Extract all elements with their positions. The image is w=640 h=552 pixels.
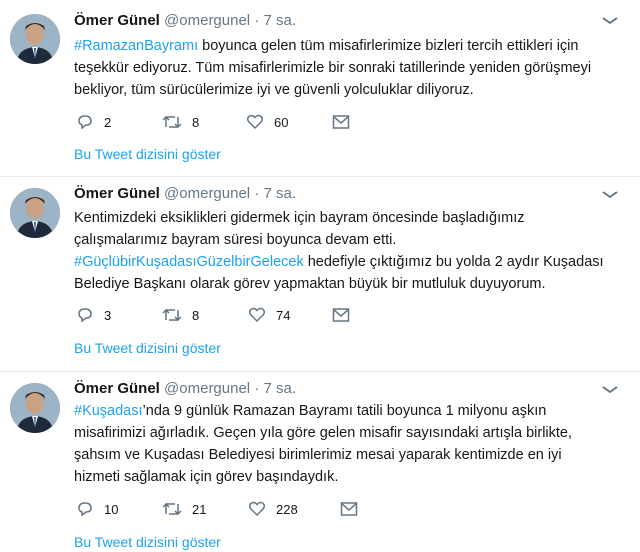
- reply-count: 2: [104, 114, 112, 130]
- like-icon: [248, 501, 266, 517]
- direct-message-icon: [340, 502, 358, 516]
- retweet-icon: [162, 502, 182, 516]
- tweet-text-line: hedefiyle çıktığımız bu yolda 2 aydır Ku…: [303, 254, 604, 270]
- direct-message-button[interactable]: [340, 498, 368, 520]
- hashtag-link[interactable]: #Kuşadası: [74, 403, 143, 419]
- direct-message-icon: [332, 115, 350, 129]
- separator-dot: ·: [254, 380, 260, 397]
- like-icon: [248, 307, 266, 323]
- tweet-actions: 3 8 74: [76, 304, 396, 326]
- tweet-header: Ömer Günel @omergunel · 7 sa.: [74, 380, 296, 397]
- tweet-text-line: bekliyor, tüm sürücülerimize iyi ve güve…: [74, 82, 474, 98]
- show-thread-link[interactable]: Bu Tweet dizisini göster: [74, 534, 221, 550]
- timestamp[interactable]: 7 sa.: [263, 12, 296, 29]
- tweet-header: Ömer Günel @omergunel · 7 sa.: [74, 12, 296, 29]
- tweet-text: #RamazanBayramı boyunca gelen tüm misafi…: [74, 35, 622, 101]
- reply-count: 3: [104, 307, 112, 323]
- timestamp[interactable]: 7 sa.: [263, 185, 296, 202]
- tweet[interactable]: Ömer Günel @omergunel · 7 sa. Kentimizde…: [0, 177, 640, 371]
- tweet-text: Kentimizdeki eksiklikleri gidermek için …: [74, 207, 622, 295]
- like-count: 74: [276, 307, 291, 323]
- like-icon: [246, 114, 264, 130]
- like-button[interactable]: 228: [248, 498, 298, 520]
- chevron-down-icon[interactable]: [602, 381, 619, 397]
- reply-count: 10: [104, 501, 119, 517]
- tweet-text-line: şahsım ve Kuşadası Belediyesi birimlerim…: [74, 447, 562, 463]
- tweet-text-line: boyunca gelen tüm misafirlerimize bizler…: [198, 38, 579, 54]
- tweet-text-line: teşekkür ediyoruz. Tüm misafirlerimizle …: [74, 60, 592, 76]
- direct-message-icon: [332, 308, 350, 322]
- direct-message-button[interactable]: [332, 111, 360, 133]
- retweet-count: 21: [192, 501, 207, 517]
- hashtag-link[interactable]: #RamazanBayramı: [74, 38, 198, 54]
- tweet-text-line: ’nda 9 günlük Ramazan Bayramı tatili boy…: [142, 403, 547, 419]
- author-handle[interactable]: @omergunel: [164, 380, 250, 397]
- retweet-count: 8: [192, 307, 200, 323]
- tweet-actions: 2 8 60: [76, 111, 396, 133]
- like-count: 228: [276, 501, 298, 517]
- tweet[interactable]: Ömer Günel @omergunel · 7 sa. #RamazanBa…: [0, 0, 640, 176]
- retweet-icon: [162, 115, 182, 129]
- tweet-text-line: Kentimizdeki eksiklikleri gidermek için …: [74, 210, 525, 226]
- show-thread-link[interactable]: Bu Tweet dizisini göster: [74, 340, 221, 356]
- author-name[interactable]: Ömer Günel: [74, 12, 160, 29]
- author-name[interactable]: Ömer Günel: [74, 380, 160, 397]
- avatar[interactable]: [10, 188, 60, 238]
- separator-dot: ·: [254, 12, 260, 29]
- tweet-text-line: misafirimizi ağırladık. Geçen yıla göre …: [74, 425, 573, 441]
- tweet-actions: 10 21 228: [76, 498, 396, 520]
- hashtag-link[interactable]: #GüçlübirKuşadasıGüzelbirGelecek: [74, 254, 304, 270]
- author-name[interactable]: Ömer Günel: [74, 185, 160, 202]
- tweet-text-line: hizmeti sağlamak için görev başındaydık.: [74, 469, 339, 485]
- avatar[interactable]: [10, 383, 60, 433]
- retweet-count: 8: [192, 114, 200, 130]
- reply-icon: [78, 502, 92, 517]
- author-handle[interactable]: @omergunel: [164, 12, 250, 29]
- retweet-button[interactable]: 21: [162, 498, 206, 520]
- timestamp[interactable]: 7 sa.: [263, 380, 296, 397]
- retweet-button[interactable]: 8: [162, 111, 199, 133]
- retweet-icon: [162, 308, 182, 322]
- tweet-text-line: çalışmalarımız bayram süresi boyunca dev…: [74, 232, 397, 248]
- reply-button[interactable]: 3: [76, 304, 111, 326]
- avatar[interactable]: [10, 14, 60, 64]
- author-handle[interactable]: @omergunel: [164, 185, 250, 202]
- like-button[interactable]: 60: [246, 111, 288, 133]
- chevron-down-icon[interactable]: [602, 186, 619, 202]
- direct-message-button[interactable]: [332, 304, 360, 326]
- tweet-text-line: Belediye Başkanı olarak görev yapmaktan …: [74, 276, 546, 292]
- reply-button[interactable]: 2: [76, 111, 111, 133]
- like-button[interactable]: 74: [248, 304, 290, 326]
- reply-icon: [78, 115, 92, 130]
- reply-icon: [78, 308, 92, 323]
- like-count: 60: [274, 114, 289, 130]
- tweet[interactable]: Ömer Günel @omergunel · 7 sa. #Kuşadası’…: [0, 372, 640, 552]
- show-thread-link[interactable]: Bu Tweet dizisini göster: [74, 146, 221, 162]
- reply-button[interactable]: 10: [76, 498, 118, 520]
- separator-dot: ·: [254, 185, 260, 202]
- chevron-down-icon[interactable]: [602, 12, 619, 28]
- tweet-text: #Kuşadası’nda 9 günlük Ramazan Bayramı t…: [74, 400, 622, 488]
- tweet-header: Ömer Günel @omergunel · 7 sa.: [74, 185, 296, 202]
- retweet-button[interactable]: 8: [162, 304, 199, 326]
